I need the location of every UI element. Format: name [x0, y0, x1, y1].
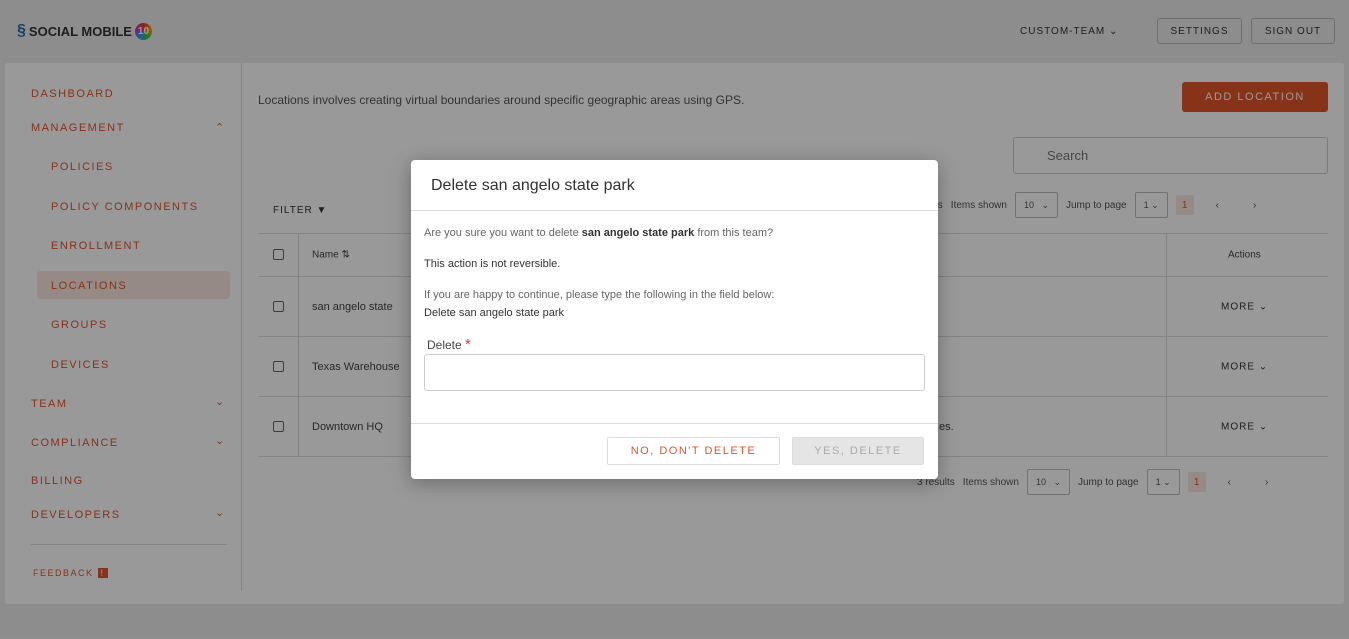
delete-dialog: Delete san angelo state park Are you sur… [411, 160, 938, 479]
cancel-button[interactable]: NO, DON'T DELETE [607, 437, 780, 465]
warning-text: This action is not reversible. [424, 258, 561, 270]
instruction-text: If you are happy to continue, please typ… [424, 289, 775, 301]
confirm-delete-button[interactable]: YES, DELETE [792, 437, 924, 465]
confirm-text: Are you sure you want to delete san ange… [424, 227, 774, 239]
dialog-title: Delete san angelo state park [431, 177, 635, 194]
delete-confirm-input[interactable] [424, 354, 925, 391]
confirm-phrase: Delete san angelo state park [424, 307, 565, 319]
field-label: Delete * [427, 336, 471, 353]
